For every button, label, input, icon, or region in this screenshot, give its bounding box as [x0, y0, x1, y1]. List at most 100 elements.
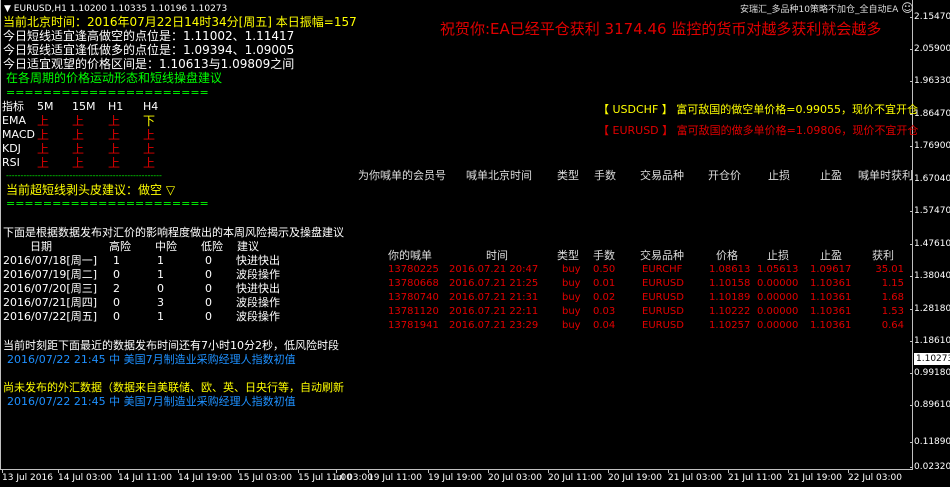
order-cell: 0.02 [593, 292, 616, 303]
order-cell: 13781120 [388, 306, 439, 317]
col-header: 手数 [593, 249, 615, 262]
order-cell: 0.00000 [757, 278, 799, 289]
risk-cell: 0 [113, 268, 120, 281]
col-header: 喊单北京时间 [466, 169, 532, 182]
order-cell: 1.15 [881, 278, 904, 289]
col-header: 你的喊单 [388, 249, 432, 262]
col-header: 交易品种 [640, 249, 684, 262]
col-header: 日期 [30, 240, 52, 253]
order-cell: 0.00000 [757, 292, 799, 303]
next-release: 当前时刻距下面最近的数据发布时间还有7小时10分2秒，低风险时段 [3, 339, 339, 352]
price-tick: 1.96330 [910, 76, 950, 86]
order-cell: 2016.07.21 23:29 [449, 320, 539, 331]
risk-cell: 2 [113, 282, 120, 295]
order-cell: 0.00000 [757, 306, 799, 317]
col-header: 类型 [557, 249, 579, 262]
order-cell: 1.09617 [810, 264, 852, 275]
ea-label: 安瑞汇_多品种10策略不加仓_全自动EA ☺ [740, 1, 914, 15]
time-tick: 20 Jul 03:00 [488, 469, 542, 483]
col-header: H1 [108, 100, 124, 113]
time-tick: 15 Jul 03:00 [238, 469, 292, 483]
risk-cell: 1 [157, 268, 164, 281]
alert-eurusd: 【 EURUSD 】 富可敌国的做多单价格=1.09806，现价不宜开仓 [598, 124, 919, 137]
risk-cell: 波段操作 [236, 296, 280, 309]
price-tick: 1.76900 [910, 141, 950, 151]
period-title: 在各周期的价格运动形态和短线操盘建议 [6, 71, 223, 85]
order-cell: 1.10361 [810, 292, 852, 303]
order-cell: EURUSD [642, 292, 684, 303]
col-header: 喊单时获利 [858, 169, 913, 182]
time-tick: 21 Jul 03:00 [668, 469, 722, 483]
col-header: H4 [143, 100, 159, 113]
risk-cell: 1 [157, 254, 164, 267]
long-level: 今日短线适宜逢低做多的点位是：1.09394、1.09005 [3, 43, 295, 57]
watch-range: 今日适宜观望的价格区间是：1.10613与1.09809之间 [3, 57, 295, 71]
current-price-label: 1.10273 [914, 353, 950, 365]
risk-cell: 2016/07/20[周三] [3, 282, 97, 295]
risk-cell: 0 [113, 296, 120, 309]
risk-cell: 波段操作 [236, 268, 280, 281]
order-cell: 13780668 [388, 278, 439, 289]
price-tick: 1.18610 [910, 336, 950, 346]
trend-signal: 上 [72, 142, 85, 156]
dropdown-icon[interactable]: ▼ [4, 4, 11, 14]
trend-signal: 上 [108, 142, 121, 156]
scalp-suggestion: 当前超短线剥头皮建议：做空 ▽ [6, 183, 176, 197]
trend-signal: 上 [143, 128, 156, 142]
order-cell: buy [562, 320, 581, 331]
price-tick: 2.15470 [910, 12, 950, 22]
trend-signal: 上 [108, 128, 121, 142]
order-cell: buy [562, 264, 581, 275]
price-tick: 1.86470 [910, 109, 950, 119]
short-level: 今日短线适宜逢高做空的点位是：1.11002、1.11417 [3, 29, 295, 43]
order-cell: EURCHF [642, 264, 683, 275]
col-header: 中险 [155, 240, 177, 253]
risk-cell: 0 [113, 310, 120, 323]
order-cell: 0.04 [593, 320, 616, 331]
price-tick: 1.57470 [910, 206, 950, 216]
order-cell: buy [562, 278, 581, 289]
order-cell: EURUSD [642, 320, 684, 331]
col-header: 止盈 [820, 169, 842, 182]
symbol-label: EURUSD,H1 [13, 4, 67, 14]
col-header: 获利 [872, 249, 894, 262]
risk-cell: 0 [205, 268, 212, 281]
indicator-name: RSI [2, 156, 20, 169]
time-tick: 14 Jul 03:00 [58, 469, 112, 483]
risk-cell: 0 [205, 296, 212, 309]
time-tick: 21 Jul 19:00 [788, 469, 842, 483]
risk-cell: 快进快出 [236, 282, 280, 295]
risk-cell: 波段操作 [236, 310, 280, 323]
price-tick: 1.28180 [910, 304, 950, 314]
time-tick: 14 Jul 11:00 [118, 469, 172, 483]
pending-event: 2016/07/22 21:45 中 美国7月制造业采购经理人指数初值 [7, 395, 296, 408]
indicator-name: EMA [2, 114, 26, 127]
order-cell: 1.05613 [757, 264, 799, 275]
next-event: 2016/07/22 21:45 中 美国7月制造业采购经理人指数初值 [7, 353, 296, 366]
col-header: 交易品种 [640, 169, 684, 182]
pending-title: 尚未发布的外汇数据（数据来自美联储、欧、英、日央行等，自动刷新 [3, 381, 344, 394]
risk-title: 下面是根据数据发布对汇价的影响程度做出的本周风险揭示及操盘建议 [3, 226, 344, 239]
order-cell: 1.53 [881, 306, 904, 317]
order-cell: 1.68 [881, 292, 904, 303]
order-cell: EURUSD [642, 306, 684, 317]
risk-cell: 快进快出 [236, 254, 280, 267]
risk-cell: 2016/07/18[周一] [3, 254, 97, 267]
trend-signal: 上 [108, 114, 121, 128]
chart-title-bar: ▼ EURUSD,H1 1.10200 1.10335 1.10196 1.10… [4, 2, 227, 16]
col-header: 5M [37, 100, 54, 113]
order-cell: 1.10361 [810, 278, 852, 289]
order-cell: 1.10361 [810, 320, 852, 331]
risk-cell: 2016/07/22[周五] [3, 310, 97, 323]
profit-banner: 祝贺你:EA已经平仓获利 3174.46 监控的货币对越多获利就会越多 [440, 20, 882, 38]
col-header: 为你喊单的会员号 [358, 169, 446, 182]
trend-signal: 上 [72, 128, 85, 142]
risk-cell: 1 [157, 310, 164, 323]
order-cell: 1.08613 [709, 264, 751, 275]
beijing-time: 当前北京时间：2016年07月22日14时34分[周五] 本日振幅=157 [3, 15, 357, 29]
order-cell: 2016.07.21 20:47 [449, 264, 539, 275]
order-cell: 0.03 [593, 306, 616, 317]
col-header: 低险 [201, 240, 223, 253]
order-cell: buy [562, 292, 581, 303]
order-cell: 13780740 [388, 292, 439, 303]
